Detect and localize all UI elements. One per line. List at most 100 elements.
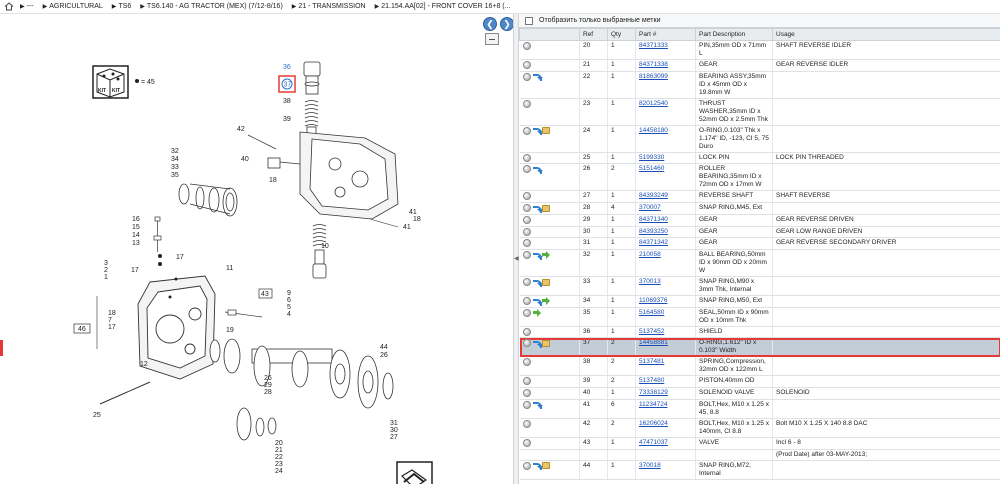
part-number-link[interactable]: 84371338 (639, 61, 668, 68)
table-row[interactable]: 43 1 47471037 VALVE Incl 6 - 8 (519, 437, 1000, 450)
callout-18-left[interactable]: 18 (108, 310, 116, 317)
callout-37[interactable]: 37 (284, 82, 292, 89)
part-number-link[interactable]: 5137480 (639, 377, 664, 384)
info-arrow-icon[interactable] (532, 252, 543, 260)
callout-36[interactable]: 36 (283, 64, 291, 71)
kit-package-icon[interactable] (541, 127, 550, 135)
breadcrumb-item[interactable]: --- (27, 3, 34, 10)
part-number-link[interactable]: 84393250 (639, 228, 668, 235)
part-number-link[interactable]: 84371342 (639, 239, 668, 246)
callout-10[interactable]: 10 (321, 243, 329, 250)
part-number-link[interactable]: 370007 (639, 204, 661, 211)
part-number-link[interactable]: 84393249 (639, 192, 668, 199)
table-row[interactable]: 35 1 5164580 SEAL,50mm ID x 90mm OD x 10mm … (519, 307, 1000, 327)
callout-21[interactable]: 21 (275, 447, 283, 454)
info-arrow-icon[interactable] (532, 205, 543, 213)
callout-42[interactable]: 42 (237, 126, 245, 133)
table-row[interactable]: 31 1 84371342 GEAR GEAR REVERSE SECONDARY DR… (519, 237, 1000, 251)
table-row[interactable]: 42 2 16206024 BOLT,Hex, M10 x 1.25 x 140mm,… (519, 418, 1000, 438)
callout-41-b[interactable]: 41 (403, 224, 411, 231)
table-row[interactable]: 36 1 5137452 SHIELD (519, 326, 1000, 339)
info-arrow-icon[interactable] (532, 166, 543, 174)
breadcrumb-item[interactable]: TS6 (118, 3, 131, 10)
table-row[interactable]: 41 6 11234724 BOLT,Hex, M10 x 1.25 x 45, 8.… (519, 399, 1000, 419)
callout-15[interactable]: 15 (132, 224, 140, 231)
callout-17-b[interactable]: 17 (131, 267, 139, 274)
add-to-cart-icon[interactable] (522, 400, 531, 409)
info-arrow-icon[interactable] (532, 73, 543, 82)
part-number-link[interactable]: 16206024 (639, 420, 668, 427)
table-row[interactable]: 44 1 370018 SNAP RING,M72, Internal (519, 460, 1000, 480)
callout-17-c[interactable]: 17 (108, 324, 116, 331)
callout-16[interactable]: 16 (132, 216, 140, 223)
table-row[interactable]: 30 1 84393250 GEAR GEAR LOW RANGE DRIVEN (519, 226, 1000, 239)
add-to-cart-icon[interactable] (522, 99, 531, 108)
table-row[interactable]: 23 1 82012540 THRUST WASHER,35mm ID x 52mm … (519, 98, 1000, 126)
breadcrumb-item[interactable]: AGRICULTURAL (49, 3, 103, 10)
part-number-link[interactable]: 210058 (639, 251, 661, 258)
part-number-link[interactable]: 73338129 (639, 389, 668, 396)
callout-46[interactable]: 46 (78, 326, 86, 333)
table-row[interactable]: 27 1 84393249 REVERSE SHAFT SHAFT REVERSE (519, 190, 1000, 204)
table-row[interactable]: 34 1 11069376 SNAP RING,M50, Ext (519, 295, 1000, 308)
info-arrow-icon[interactable] (532, 279, 543, 287)
callout-29[interactable]: 29 (264, 382, 272, 389)
kit-package-icon[interactable] (541, 462, 550, 470)
add-to-cart-icon[interactable] (522, 389, 531, 398)
part-number-link[interactable]: 5137452 (639, 328, 664, 335)
table-row[interactable]: 24 1 14458180 O-RING,0.103" Thk x 1.174" ID… (519, 125, 1000, 153)
callout-31[interactable]: 31 (390, 420, 398, 427)
part-number-link[interactable]: 82012540 (639, 100, 668, 107)
table-row[interactable]: 29 1 84371340 GEAR GEAR REVERSE DRIVEN (519, 214, 1000, 227)
info-arrow-icon[interactable] (532, 401, 543, 410)
add-to-cart-icon[interactable] (522, 308, 531, 317)
add-to-cart-icon[interactable] (522, 327, 531, 336)
add-to-cart-icon[interactable] (522, 192, 531, 201)
add-to-cart-icon[interactable] (522, 339, 531, 348)
part-number-link[interactable]: 14458881 (639, 339, 668, 346)
table-row[interactable]: 39 2 5137480 PISTON,40mm OD (519, 375, 1000, 389)
part-number-link[interactable]: 84371340 (639, 216, 668, 223)
callout-26-right[interactable]: 26 (380, 352, 388, 359)
home-icon[interactable] (4, 2, 14, 11)
table-row[interactable]: 33 1 370013 SNAP RING,M90 x 3mm Thk, Intern… (519, 276, 1000, 297)
callout-44[interactable]: 44 (380, 344, 388, 351)
add-to-cart-icon[interactable] (522, 42, 531, 50)
add-to-cart-icon[interactable] (522, 239, 531, 248)
callout-18-top[interactable]: 18 (269, 177, 277, 184)
add-to-cart-icon[interactable] (522, 419, 531, 428)
callout-3[interactable]: 3 (104, 260, 108, 267)
callout-41-a[interactable]: 41 (409, 209, 417, 216)
add-to-cart-icon[interactable] (522, 377, 531, 386)
add-to-cart-icon[interactable] (522, 204, 531, 213)
table-row[interactable]: 40 1 73338129 SOLENOID VALVE SOLENOID (519, 387, 1000, 400)
column-part-number[interactable]: Part # (635, 28, 696, 41)
chevron-left-icon[interactable]: ◀ (514, 254, 519, 264)
table-row[interactable]: 20 1 84371333 PIN,35mm OD x 71mm L SHAFT REV… (519, 40, 1000, 60)
add-to-cart-icon[interactable] (522, 72, 531, 81)
add-to-cart-icon[interactable] (522, 438, 531, 447)
callout-35[interactable]: 35 (171, 172, 179, 179)
info-arrow-icon[interactable] (532, 298, 543, 306)
callout-27[interactable]: 27 (390, 434, 398, 441)
callout-33[interactable]: 33 (171, 164, 179, 171)
part-number-link[interactable]: 5151460 (639, 165, 664, 172)
part-number-link[interactable]: 11234724 (639, 401, 667, 408)
column-ref[interactable]: Ref (579, 28, 608, 41)
add-to-cart-icon[interactable] (522, 278, 531, 287)
show-selected-only-checkbox[interactable] (525, 16, 533, 25)
info-arrow-icon[interactable] (532, 127, 543, 136)
add-to-cart-icon[interactable] (522, 165, 531, 174)
breadcrumb-item[interactable]: 21.154.AA[02] - FRONT COVER 16+8 (... (381, 3, 510, 10)
part-number-link[interactable]: 370018 (639, 462, 661, 469)
callout-34[interactable]: 34 (171, 156, 179, 163)
add-to-cart-icon[interactable] (522, 461, 531, 470)
table-row[interactable]: 25 1 5199330 LOCK PIN LOCK PIN THREADED (519, 152, 1000, 165)
callout-22[interactable]: 22 (275, 454, 283, 461)
callout-6[interactable]: 6 (287, 297, 291, 304)
add-to-cart-icon[interactable] (522, 358, 531, 367)
kit-package-icon[interactable] (541, 204, 550, 212)
part-number-link[interactable]: 5137481 (639, 358, 664, 365)
table-row[interactable]: 32 1 210058 BALL BEARING,50mm ID x 90mm OD … (519, 249, 1000, 278)
callout-14[interactable]: 14 (132, 232, 140, 239)
